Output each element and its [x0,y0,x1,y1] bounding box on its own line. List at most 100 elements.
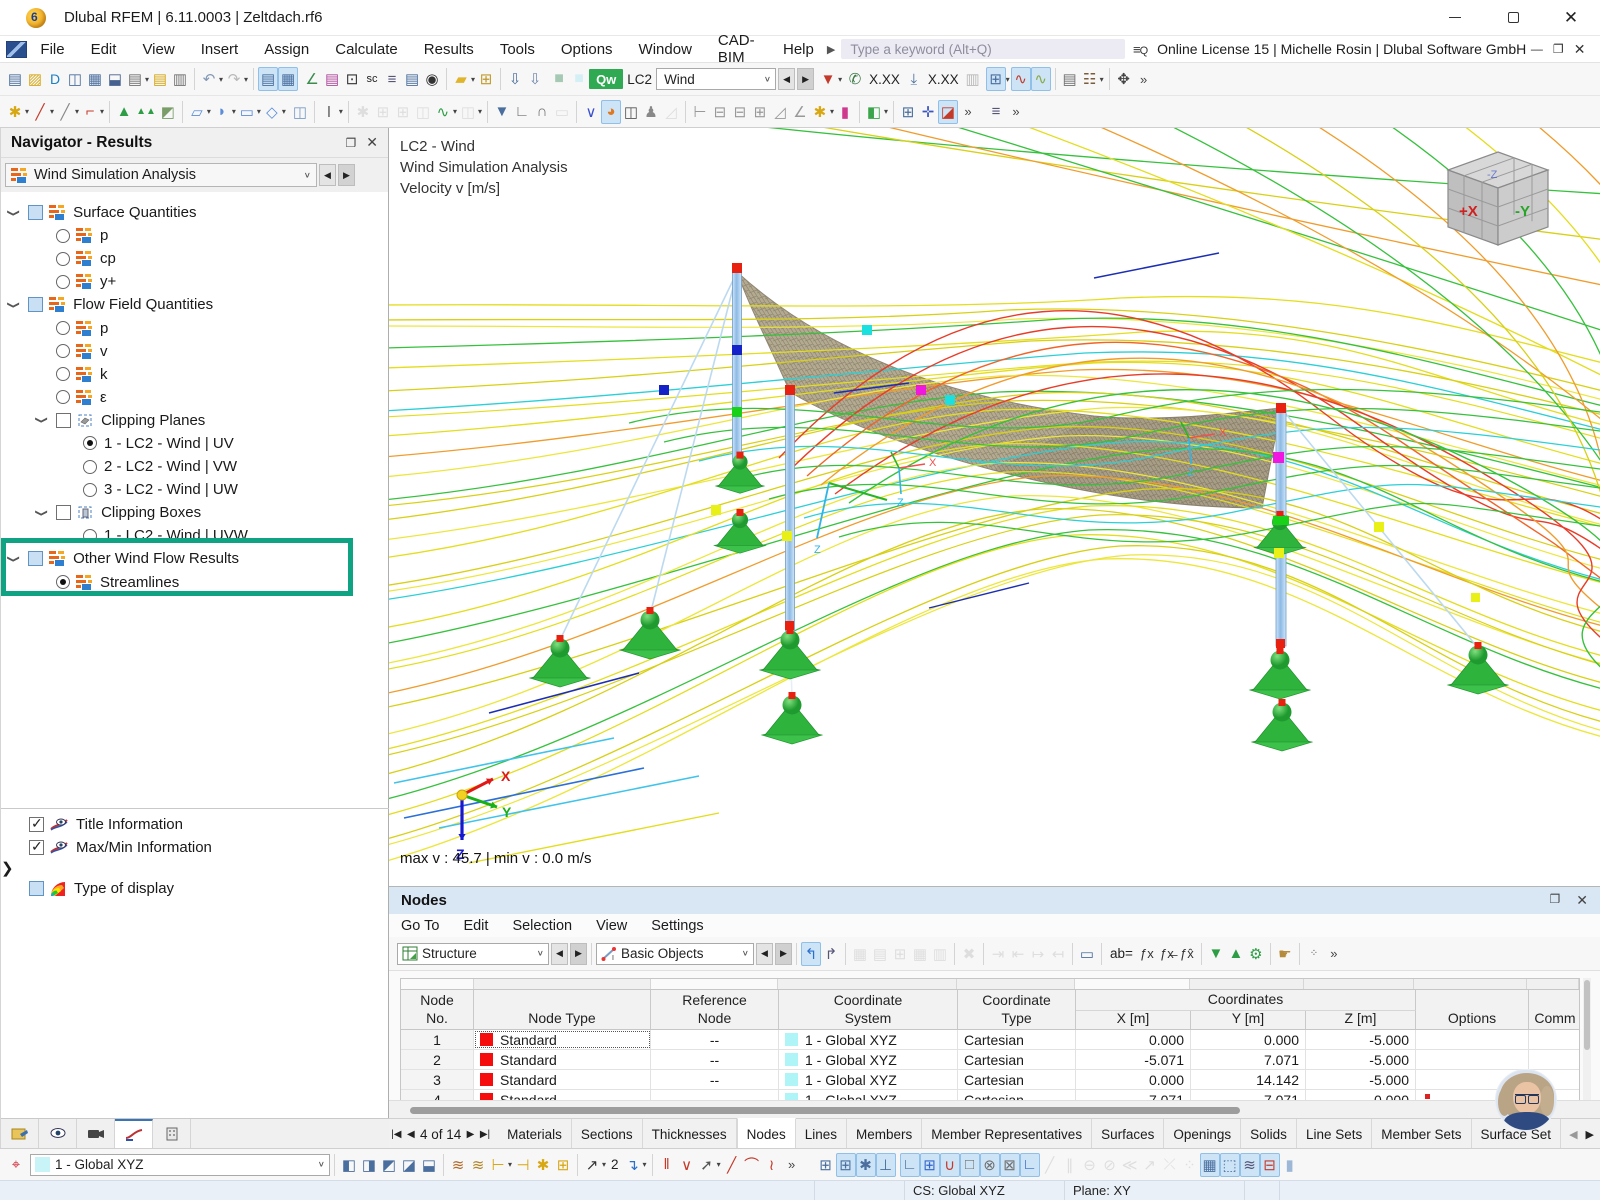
next-result-button[interactable]: ▶ [338,164,355,186]
load-case-dropdown[interactable]: Wind∨ [656,68,776,90]
menu-help[interactable]: Help [770,37,827,61]
menu-file[interactable]: File [27,37,77,61]
cell-x[interactable]: 0.000 [1076,1030,1191,1049]
chevron-down-icon[interactable]: ❯ [35,416,49,424]
radio-button[interactable] [56,344,70,358]
select-in-graphic-icon[interactable]: ↰ [801,942,821,966]
chevron-right-icon[interactable]: ❯ [1,860,14,877]
cross-snap-icon[interactable]: ✛ [918,100,938,124]
fx-del-icon[interactable]: ƒx̶ [1157,942,1177,966]
tree-group-surface-quantities[interactable]: ❯Surface Quantities [1,201,388,224]
tab-scroll-right-icon[interactable]: ▶ [1586,1128,1594,1141]
cell-options[interactable] [1416,1030,1529,1049]
results-nav-tab[interactable] [115,1119,153,1148]
snap-grid-icon[interactable]: ⊞ [553,1153,573,1177]
coordinate-system-dropdown[interactable]: 1 - Global XYZ∨ [30,1154,330,1176]
checkbox[interactable] [29,840,44,855]
print-icon[interactable]: ▤ [125,67,145,91]
more-lines-icon[interactable]: » [782,1153,802,1177]
search-input[interactable]: Type a keyword (Alt+Q) [841,39,1125,59]
snap-icon-9[interactable]: ⊠ [1000,1153,1020,1177]
snap-icon-17[interactable]: ⤫ [1160,1153,1180,1177]
cell-coordinate-system[interactable]: 1 - Global XYZ [779,1050,958,1069]
tree-checkbox[interactable] [56,505,71,520]
table-row[interactable]: 2Standard--1 - Global XYZCartesian-5.071… [401,1050,1579,1070]
column-header[interactable]: Options [1416,990,1529,1029]
checkbox[interactable] [29,817,44,832]
table-row[interactable]: 1Standard--1 - Global XYZCartesian0.0000… [401,1030,1579,1050]
last-page-button[interactable]: ▶| [478,1119,493,1149]
float-table-icon[interactable]: ❐ [1550,892,1561,909]
table-filter-icon[interactable]: ▦ [910,942,930,966]
radio-button[interactable] [56,275,70,289]
tab-lines[interactable]: Lines [796,1119,847,1149]
result-category-dropdown[interactable]: Wind Simulation Analysis ∨ [5,163,317,187]
snap-icon-13[interactable]: ⊖ [1080,1153,1100,1177]
curve-tool-icon[interactable]: ∿ [433,100,453,124]
snap-icon-16[interactable]: ↗ [1140,1153,1160,1177]
cell-coordinate-system[interactable]: 1 - Global XYZ [779,1030,958,1049]
snap-icon-8[interactable]: ⊗ [980,1153,1000,1177]
print-graphic-icon[interactable]: ▤ [1060,67,1080,91]
cell-coordinate-system[interactable]: 1 - Global XYZ [779,1070,958,1089]
undo-icon[interactable]: ↶ [199,67,219,91]
pick-icon[interactable]: ☛ [1275,942,1295,966]
wind-load-button[interactable]: Qw [589,69,623,89]
menu-options[interactable]: Options [548,37,626,61]
script-icon[interactable]: sc [362,67,382,91]
radio-button[interactable] [83,483,97,497]
work-plane-icon-5[interactable]: ⬓ [419,1153,439,1177]
console-icon[interactable]: ⊡ [342,67,362,91]
fx-icon[interactable]: ƒx [1137,942,1157,966]
pan-icon[interactable]: ✥ [1114,67,1134,91]
panel-icon[interactable]: ▭ [1077,942,1097,966]
table-horizontal-scrollbar[interactable] [389,1100,1600,1118]
cell-z[interactable]: -5.000 [1306,1050,1416,1069]
first-page-button[interactable]: |◀ [389,1119,404,1149]
snap-icon-3[interactable]: ✱ [856,1153,876,1177]
filter-icon[interactable]: ▼ [492,100,512,124]
views-nav-tab[interactable] [39,1119,77,1148]
column-header[interactable]: Z [m] [1306,1011,1416,1029]
radio-button[interactable] [56,252,70,266]
list-icon[interactable]: ▤ [402,67,422,91]
inner-minimize-icon[interactable]: — [1526,39,1547,59]
snap-icon-10[interactable]: ∟ [1020,1153,1040,1177]
cell-x[interactable]: -5.071 [1076,1050,1191,1069]
xyz-icon[interactable]: ⁘ [1304,942,1324,966]
float-panel-icon[interactable]: ❐ [346,136,357,150]
excel-settings-icon[interactable]: ⚙ [1246,942,1266,966]
model-icon[interactable]: ◫ [65,67,85,91]
menu-window[interactable]: Window [626,37,705,61]
chevron-down-icon[interactable]: ❯ [7,301,21,309]
dir-icon-2[interactable]: ↴ [623,1153,643,1177]
close-table-icon[interactable]: ✕ [1576,892,1588,909]
visual-objects-icon[interactable]: ▰ [451,67,471,91]
building-nav-tab[interactable] [153,1119,191,1148]
tree-item-2-lc2-wind-vw[interactable]: 2 - LC2 - Wind | VW [1,455,388,478]
display-option-title-information[interactable]: Title Information [1,813,389,836]
grid-icon-1[interactable]: ≋ [448,1153,468,1177]
new-model-icon[interactable]: ▤ [5,67,25,91]
inner-restore-icon[interactable]: ❐ [1548,39,1569,59]
sync-selection-icon[interactable]: ↱ [821,942,841,966]
tab-openings[interactable]: Openings [1164,1119,1241,1149]
snap-icon-2[interactable]: ⊞ [836,1153,856,1177]
more2-icon[interactable]: » [958,100,978,124]
cell-reference-node[interactable]: -- [651,1030,779,1049]
dir-icon-1[interactable]: ↗ [582,1153,602,1177]
surface-tool-icon[interactable]: ▱ [187,100,207,124]
measure-icon[interactable]: ✆ [845,67,865,91]
display-option-type-of-display[interactable]: Type of display [1,877,389,900]
layers2-icon[interactable]: ▥ [963,67,983,91]
tree-checkbox[interactable] [28,551,43,566]
search-icon[interactable]: ≡Q [1133,42,1147,57]
tree-item-1-lc2-wind-uv[interactable]: 1 - LC2 - Wind | UV [1,432,388,455]
tab-members[interactable]: Members [847,1119,922,1149]
radio-button[interactable] [56,390,70,404]
minimize-button[interactable] [1426,0,1484,36]
snap-icon-5[interactable]: ∟ [900,1153,920,1177]
navigator-toggle-icon[interactable]: ▤ [258,67,278,91]
column-header[interactable]: Comm [1529,990,1581,1029]
menu-calculate[interactable]: Calculate [322,37,411,61]
